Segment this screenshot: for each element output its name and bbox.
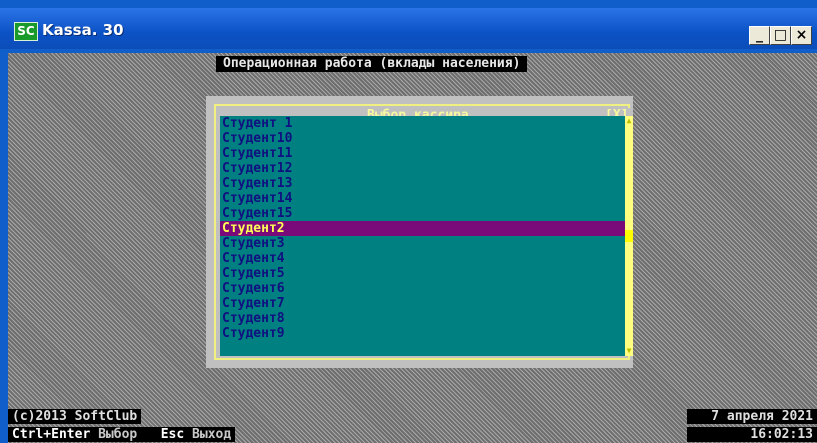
cashier-list-item[interactable]: Студент9	[220, 326, 625, 341]
hotkey-exit-key[interactable]: Esc	[161, 427, 184, 442]
scroll-up-icon[interactable]: ▲	[625, 116, 633, 126]
cashier-list[interactable]: Студент 1 Студент10 Студент11 Студент12 Студ…	[220, 116, 625, 356]
minimize-button[interactable]: _	[749, 26, 770, 45]
window-title: Kassa. 30	[42, 21, 124, 39]
cashier-list-item[interactable]: Студент13	[220, 176, 625, 191]
cashier-list-item[interactable]: Студент14	[220, 191, 625, 206]
cashier-list-item[interactable]: Студент15	[220, 206, 625, 221]
status-time: 16:02:13	[687, 427, 817, 442]
scroll-down-icon[interactable]: ▼	[625, 346, 633, 356]
cashier-list-item[interactable]: Студент7	[220, 296, 625, 311]
close-button[interactable]: ×	[791, 26, 812, 45]
screen-title: Операционная работа (вклады населения)	[216, 56, 528, 72]
cashier-list-item[interactable]: Студент4	[220, 251, 625, 266]
hotkey-select-key[interactable]: Ctrl+Enter	[12, 427, 90, 442]
cashier-list-item[interactable]: Студент 1	[220, 116, 625, 131]
hotkey-bar: Ctrl+Enter Выбор Esc Выход	[8, 427, 236, 442]
status-date: 7 апреля 2021	[687, 409, 817, 424]
cashier-list-item[interactable]: Студент12	[220, 161, 625, 176]
title-bar[interactable]: SC Kassa. 30 _ □ ×	[0, 8, 817, 49]
cashier-list-item[interactable]: Студент10	[220, 131, 625, 146]
cashier-select-dialog: Выбор кассира [X] Студент 1Студент10Студ…	[206, 96, 633, 368]
cashier-list-item[interactable]: Студент11	[220, 146, 625, 161]
app-logo-icon: SC	[14, 22, 38, 41]
cashier-list-item[interactable]: Студент5	[220, 266, 625, 281]
hotkey-select-action[interactable]: Выбор	[98, 427, 137, 442]
maximize-button[interactable]: □	[770, 26, 791, 45]
copyright-text: (c)2013 SoftClub	[8, 409, 142, 424]
cashier-list-item[interactable]: Студент3	[220, 236, 625, 251]
cashier-list-item[interactable]: Студент8	[220, 311, 625, 326]
cashier-list-item[interactable]: Студент6	[220, 281, 625, 296]
app-window: SC Kassa. 30 _ □ × Операционная работа (…	[0, 0, 817, 443]
cashier-list-item-selected[interactable]: Студент2	[220, 221, 625, 236]
scroll-thumb[interactable]	[625, 230, 633, 242]
scrollbar[interactable]: ▲ ▼	[625, 116, 633, 356]
hotkey-exit-action[interactable]: Выход	[192, 427, 231, 442]
console-area: Операционная работа (вклады населения) В…	[8, 53, 817, 443]
